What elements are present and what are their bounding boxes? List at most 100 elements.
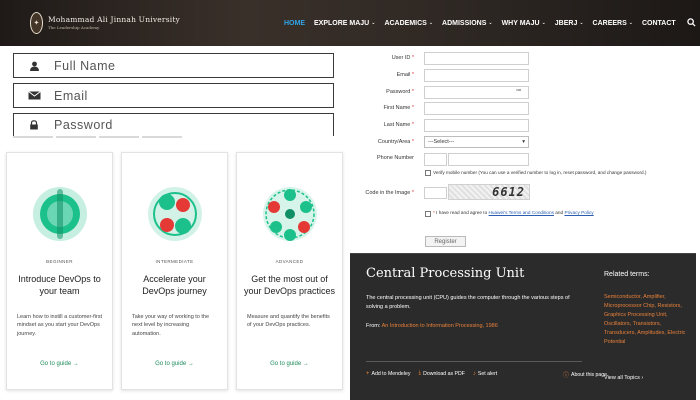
password-input[interactable] xyxy=(54,118,314,132)
email-input[interactable] xyxy=(54,88,314,103)
panel-source: From: An Introduction to Information Pro… xyxy=(366,323,498,329)
related-terms-heading: Related terms: xyxy=(604,271,650,278)
chevron-down-icon: ⌄ xyxy=(628,20,633,26)
about-label: About this page xyxy=(571,371,608,378)
about-this-page-button[interactable]: ⓘ About this page xyxy=(563,370,608,380)
email-field[interactable] xyxy=(13,83,334,108)
info-icon: ⓘ xyxy=(563,373,570,379)
phone-country-code[interactable] xyxy=(424,153,447,166)
user-id-input[interactable] xyxy=(424,52,529,65)
reg-password-input[interactable] xyxy=(424,86,529,99)
nav-why-maju[interactable]: WHY MAJU ⌄ xyxy=(502,20,546,27)
phone-input[interactable] xyxy=(448,153,529,166)
full-name-input[interactable] xyxy=(54,58,314,73)
university-seal-icon: ✦ xyxy=(30,12,43,34)
nav-label: CAREERS xyxy=(592,19,627,27)
required-mark: * xyxy=(411,89,414,95)
devops-advanced-illustration xyxy=(260,175,320,253)
logo-name: Mohammad Ali Jinnah University xyxy=(47,15,180,25)
agree-terms-checkbox[interactable] xyxy=(425,211,431,217)
card-level: BEGINNER xyxy=(46,259,73,264)
tab-indicator xyxy=(56,136,96,138)
chevron-down-icon: ⌄ xyxy=(541,20,546,26)
chevron-right-icon: › xyxy=(641,375,644,381)
country-select[interactable]: ---Select--- ▾ xyxy=(424,136,529,148)
view-all-topics-link[interactable]: View all Topics › xyxy=(604,375,643,381)
devops-intermediate-illustration xyxy=(145,175,205,253)
lock-icon xyxy=(14,120,54,130)
devops-beginner-illustration xyxy=(30,175,90,253)
card-description: Take your way of working to the next lev… xyxy=(132,314,210,337)
nav-label: CONTACT xyxy=(641,19,676,27)
related-terms-list: Semiconductor, Amplifier, Microprocessor… xyxy=(604,293,686,347)
related-terms-links[interactable]: Semiconductor, Amplifier, Microprocessor… xyxy=(604,294,685,345)
panel-body: The central processing unit (CPU) guides… xyxy=(366,295,570,310)
phone-label: Phone Number xyxy=(354,155,414,161)
plus-icon: + xyxy=(366,370,370,377)
captcha-image[interactable]: 6612 xyxy=(448,184,530,200)
panel-divider xyxy=(366,361,582,362)
source-prefix: From: xyxy=(366,323,381,329)
devops-card-advanced: ADVANCED Get the most out of your DevOps… xyxy=(236,152,343,390)
required-mark: * xyxy=(411,55,414,61)
terms-link[interactable]: Huawei's Terms and Conditions xyxy=(489,210,554,215)
select-value: ---Select--- xyxy=(428,139,455,145)
logo-text: Mohammad Ali Jinnah University The Leade… xyxy=(48,16,180,30)
envelope-icon xyxy=(14,91,54,100)
nav-explore-maju[interactable]: EXPLORE MAJU ⌄ xyxy=(314,20,375,27)
nav-home[interactable]: HOME xyxy=(284,20,305,27)
go-to-guide-link[interactable]: Go to guide → xyxy=(122,361,227,367)
required-mark: * xyxy=(433,210,435,215)
required-mark: * xyxy=(411,139,414,145)
nav-label: ADMISSIONS xyxy=(442,19,487,27)
search-icon[interactable] xyxy=(686,17,696,29)
set-alert-button[interactable]: ♪ Set alert xyxy=(473,370,497,377)
hidden-eye-icon[interactable]: ⩴ xyxy=(516,87,521,94)
go-to-guide-link[interactable]: Go to guide → xyxy=(237,361,342,367)
nav-label: ACADEMICS xyxy=(384,19,427,27)
nav-label: EXPLORE MAJU xyxy=(314,19,370,27)
card-title: Accelerate your DevOps journey xyxy=(142,274,207,297)
country-label: Country/Area * xyxy=(354,139,414,145)
verify-mobile-checkbox[interactable] xyxy=(425,170,431,176)
captcha-code: 6612 xyxy=(492,185,525,199)
chevron-down-icon: ⌄ xyxy=(428,20,434,26)
captcha-label: Code in the Image * xyxy=(350,190,414,196)
download-pdf-button[interactable]: ⤓ Download as PDF xyxy=(418,370,464,377)
first-name-input[interactable] xyxy=(424,102,529,115)
add-to-mendeley-button[interactable]: + Add to Mendeley xyxy=(366,370,410,377)
card-description: Measure and quantify the benefits of you… xyxy=(247,314,330,329)
required-mark: * xyxy=(411,105,414,111)
nav-careers[interactable]: CAREERS ⌄ xyxy=(593,20,633,27)
nav-academics[interactable]: ACADEMICS ⌄ xyxy=(384,20,433,27)
reg-email-input[interactable] xyxy=(424,69,529,82)
password-label: Password * xyxy=(354,89,414,95)
agree-and: and xyxy=(555,210,564,215)
action-label: Download as PDF xyxy=(423,370,465,377)
action-label: Add to Mendeley xyxy=(371,370,411,377)
nav-contact[interactable]: CONTACT xyxy=(642,20,676,27)
full-name-field[interactable] xyxy=(13,53,334,78)
nav-label: WHY MAJU xyxy=(501,19,540,27)
logo-tagline: The Leadership Academy xyxy=(47,24,100,30)
university-logo[interactable]: ✦ Mohammad Ali Jinnah University The Lea… xyxy=(30,12,180,34)
required-mark: * xyxy=(411,72,414,78)
go-to-guide-link[interactable]: Go to guide → xyxy=(7,361,112,367)
captcha-input[interactable] xyxy=(424,187,447,199)
last-name-input[interactable] xyxy=(424,119,529,132)
main-nav: HOME EXPLORE MAJU ⌄ ACADEMICS ⌄ ADMISSIONS… xyxy=(284,0,696,46)
download-icon: ⤓ xyxy=(418,370,422,376)
nav-admissions[interactable]: ADMISSIONS ⌄ xyxy=(442,20,493,27)
password-field[interactable] xyxy=(13,113,334,136)
label-text: Password xyxy=(386,89,411,95)
card-title: Get the most out of your DevOps practice… xyxy=(243,274,336,297)
devops-card-intermediate: INTERMEDIATE Accelerate your DevOps jour… xyxy=(121,152,228,390)
view-all-label: View all Topics xyxy=(604,375,640,381)
chevron-down-icon: ⌄ xyxy=(488,20,493,26)
devops-card-beginner: BEGINNER Introduce DevOps to your team L… xyxy=(6,152,113,390)
source-link[interactable]: An Introduction to Information Processin… xyxy=(382,323,498,329)
verify-mobile-label: Verify mobile number (You can use a veri… xyxy=(433,170,647,175)
privacy-link[interactable]: Privacy Policy xyxy=(564,210,593,215)
nav-jberj[interactable]: JBERJ ⌄ xyxy=(555,20,584,27)
register-button[interactable]: Register xyxy=(425,236,466,247)
